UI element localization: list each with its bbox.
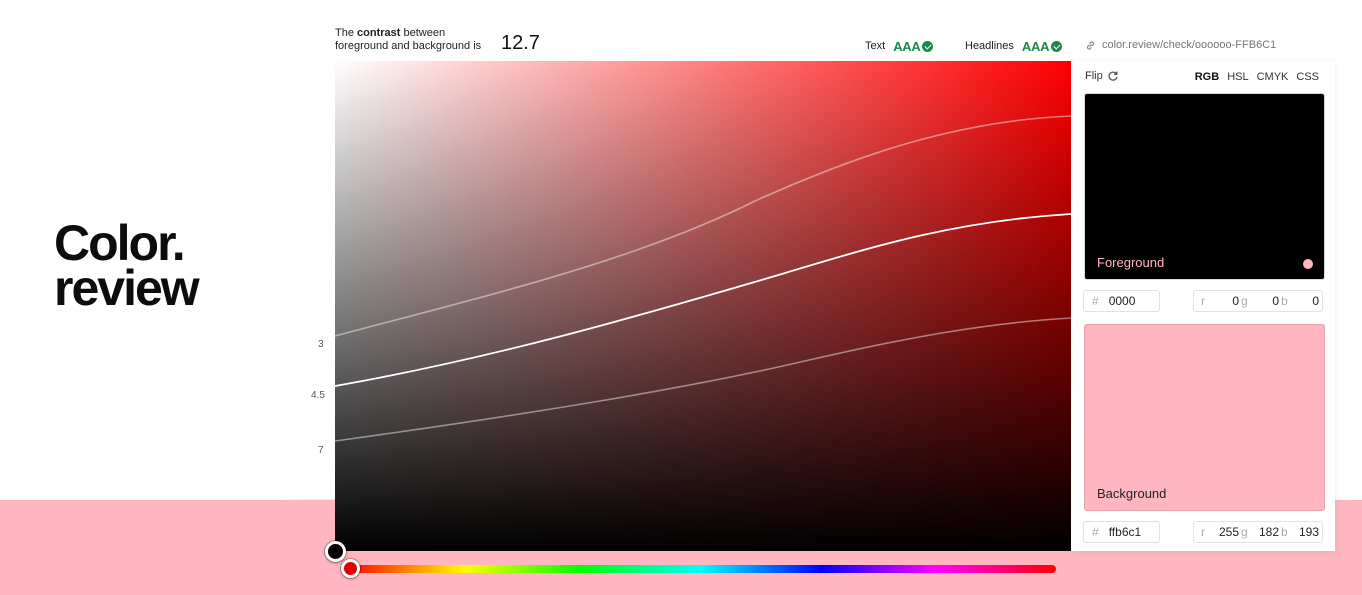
tab-hsl[interactable]: HSL [1227, 71, 1248, 83]
hue-slider[interactable] [345, 565, 1056, 573]
foreground-hex-field[interactable]: # 0000 [1083, 290, 1160, 312]
contrast-ratio-value: 12.7 [501, 32, 540, 54]
share-url: color.review/check/oooooo-FFB6C1 [1102, 39, 1277, 51]
r-label: r [1201, 525, 1205, 539]
logo-line-2: review [54, 260, 200, 316]
background-g-value[interactable]: 182 [1249, 525, 1281, 539]
hue-slider-handle[interactable] [341, 559, 360, 578]
share-link[interactable]: color.review/check/oooooo-FFB6C1 [1085, 39, 1276, 51]
background-b-value[interactable]: 193 [1289, 525, 1321, 539]
ratio-label-4-5: 4.5 [311, 390, 325, 401]
contrast-curve-3 [335, 115, 1071, 337]
headlines-rating-label: Headlines [965, 40, 1014, 52]
tab-rgb[interactable]: RGB [1195, 71, 1219, 83]
color-mode-tabs: RGB HSL CMYK CSS [1195, 71, 1319, 83]
flip-button[interactable]: Flip [1085, 70, 1119, 82]
foreground-swatch[interactable]: Foreground [1084, 93, 1325, 280]
text-rating-grade: AAA [893, 38, 921, 54]
foreground-label: Foreground [1097, 255, 1165, 270]
hash-icon: # [1092, 294, 1099, 308]
headlines-rating-grade: AAA [1021, 38, 1050, 54]
background-hex-value: ffb6c1 [1108, 525, 1142, 539]
text-rating-label: Text [865, 40, 886, 52]
contrast-curve-4-5 [335, 213, 1071, 387]
foreground-hex-value: 0000 [1108, 294, 1136, 308]
g-label: g [1241, 294, 1248, 308]
saturation-lightness-picker[interactable] [335, 61, 1071, 551]
background-hex-field[interactable]: # ffb6c1 [1083, 521, 1160, 543]
color-review-logo[interactable]: Color. review [54, 218, 264, 316]
contrast-curve-7 [335, 317, 1071, 442]
contrast-summary: The contrast between foreground and back… [335, 27, 735, 57]
foreground-b-value[interactable]: 0 [1289, 294, 1321, 308]
indicator-dot [1303, 259, 1313, 269]
flip-label: Flip [1085, 70, 1103, 82]
check-circle-icon [1051, 40, 1063, 52]
b-label: b [1281, 525, 1288, 539]
background-rgb-fields[interactable]: r 255 g 182 b 193 [1193, 521, 1323, 543]
tab-css[interactable]: CSS [1296, 71, 1319, 83]
link-icon [1086, 40, 1095, 50]
r-label: r [1201, 294, 1205, 308]
b-label: b [1281, 294, 1288, 308]
tab-cmyk[interactable]: CMYK [1257, 71, 1289, 83]
contrast-description: The contrast between foreground and back… [335, 27, 495, 52]
check-circle-icon [922, 40, 934, 52]
contrast-bold-word: contrast [357, 27, 401, 39]
color-picker-handle[interactable] [325, 541, 346, 562]
text-rating: Text AAA [865, 38, 934, 54]
background-swatch[interactable]: Background [1084, 324, 1325, 511]
foreground-r-value[interactable]: 0 [1209, 294, 1241, 308]
refresh-icon [1108, 71, 1118, 81]
background-r-value[interactable]: 255 [1209, 525, 1241, 539]
background-label: Background [1097, 486, 1167, 501]
foreground-g-value[interactable]: 0 [1249, 294, 1281, 308]
contrast-curves [335, 115, 1071, 442]
headlines-rating: Headlines AAA [965, 38, 1063, 54]
foreground-rgb-fields[interactable]: r 0 g 0 b 0 [1193, 290, 1323, 312]
hash-icon: # [1092, 525, 1099, 539]
ratio-label-3: 3 [318, 339, 324, 350]
ratio-label-7: 7 [318, 445, 324, 456]
g-label: g [1241, 525, 1248, 539]
contrast-prefix: The [335, 27, 354, 39]
color-panel: Flip RGB HSL CMYK CSS Foreground # 0000 … [1071, 61, 1335, 551]
